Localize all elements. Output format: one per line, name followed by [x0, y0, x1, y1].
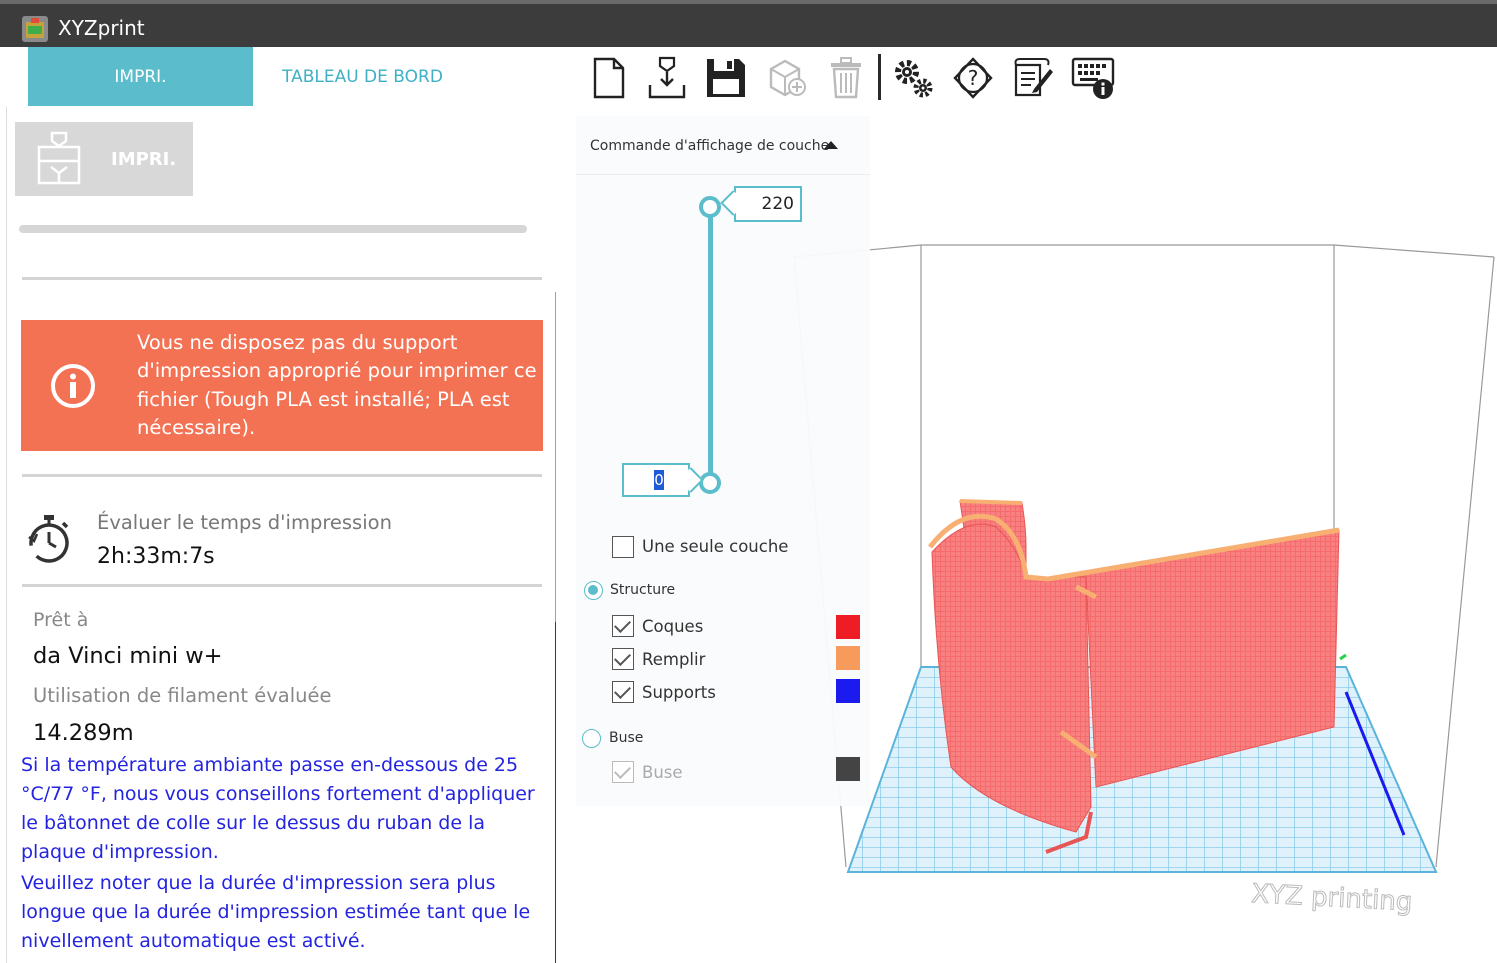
bottom-layer-input[interactable]: 0 — [622, 463, 690, 497]
supports-color-swatch[interactable] — [836, 679, 860, 703]
nozzle-label: Buse — [642, 763, 683, 782]
nozzle-radio[interactable] — [582, 729, 601, 748]
media-warning-alert: Vous ne disposez pas du support d'impres… — [21, 320, 543, 451]
layer-panel-title: Commande d'affichage de couche — [590, 138, 830, 154]
collapse-caret-icon[interactable] — [824, 141, 838, 149]
single-layer-checkbox[interactable] — [612, 536, 634, 558]
fill-color-swatch[interactable] — [836, 646, 860, 670]
tab-print[interactable]: IMPRI. — [28, 47, 253, 106]
divider — [576, 174, 870, 175]
estimate-time-label: Évaluer le temps d'impression — [97, 511, 392, 534]
app-logo-icon — [22, 16, 48, 42]
shells-label: Coques — [642, 617, 704, 636]
app-window: XYZprint IMPRI. TABLEAU DE BORD ? IMPRI.… — [0, 0, 1497, 963]
temperature-note: Si la température ambiante passe en-dess… — [21, 754, 535, 863]
filament-usage-value: 14.289m — [33, 720, 134, 746]
layer-control-panel: Commande d'affichage de couche 220 0 Une… — [576, 116, 870, 806]
print-icon — [37, 131, 81, 185]
notes-icon[interactable] — [1010, 55, 1056, 101]
estimate-time-value: 2h:33m:7s — [97, 544, 215, 569]
nozzle-checkbox — [612, 761, 634, 783]
layer-slider-track[interactable] — [708, 204, 713, 484]
layer-slider-top-handle[interactable] — [699, 196, 721, 218]
stopwatch-icon — [28, 515, 69, 563]
divider — [22, 584, 542, 587]
svg-text:?: ? — [968, 66, 979, 90]
shells-color-swatch[interactable] — [836, 615, 860, 639]
structure-radio[interactable] — [584, 581, 603, 600]
print-button: IMPRI. — [15, 122, 193, 196]
toolbar-separator — [878, 54, 881, 100]
filament-usage-label: Utilisation de filament évaluée — [33, 684, 332, 707]
layer-slider-bottom-handle[interactable] — [699, 472, 721, 494]
print-button-label: IMPRI. — [111, 148, 177, 170]
print-progress-bar — [19, 225, 527, 233]
delete-icon — [823, 55, 869, 101]
divider — [22, 474, 542, 477]
ready-label: Prêt à — [33, 609, 89, 631]
fill-checkbox[interactable] — [612, 648, 634, 670]
add-object-icon — [763, 55, 809, 101]
nav-toolbar: IMPRI. TABLEAU DE BORD ? — [6, 47, 1497, 107]
left-panel: IMPRI. Vous ne disposez pas du support d… — [6, 107, 561, 963]
leveling-note: Veuillez noter que la durée d'impression… — [21, 872, 531, 952]
shells-checkbox[interactable] — [612, 615, 634, 637]
save-icon[interactable] — [703, 55, 749, 101]
nozzle-group-label: Buse — [609, 730, 644, 746]
bottom-layer-value: 0 — [654, 470, 664, 490]
window-title: XYZprint — [58, 16, 145, 40]
fill-label: Remplir — [642, 650, 706, 669]
supports-label: Supports — [642, 683, 716, 702]
title-bar: XYZprint — [0, 0, 1497, 47]
alert-message: Vous ne disposez pas du support d'impres… — [137, 330, 537, 440]
watermark: XYZ printing — [1251, 879, 1413, 917]
help-icon[interactable]: ? — [950, 55, 996, 101]
settings-icon[interactable] — [890, 55, 936, 101]
tab-dashboard[interactable]: TABLEAU DE BORD — [282, 47, 443, 106]
keyboard-info-icon[interactable] — [1070, 55, 1116, 101]
single-layer-label: Une seule couche — [642, 537, 789, 556]
supports-checkbox[interactable] — [612, 681, 634, 703]
import-icon[interactable] — [644, 55, 690, 101]
new-file-icon[interactable] — [586, 55, 632, 101]
info-icon — [51, 363, 95, 408]
top-layer-input[interactable]: 220 — [734, 186, 802, 222]
nozzle-color-swatch — [836, 757, 860, 781]
divider — [22, 277, 542, 280]
printer-model: da Vinci mini w+ — [33, 643, 223, 669]
structure-label: Structure — [610, 582, 676, 598]
